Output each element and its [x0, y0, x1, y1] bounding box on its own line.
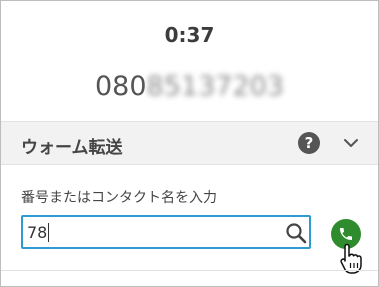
phone-icon — [340, 228, 352, 240]
caller-number: 08085137203 — [1, 71, 378, 102]
call-timer: 0:37 — [164, 23, 215, 47]
search-icon[interactable] — [285, 222, 307, 244]
warm-transfer-header[interactable]: ウォーム転送 ? — [1, 121, 378, 165]
caller-number-visible: 080 — [95, 71, 147, 102]
transfer-field-label: 番号またはコンタクト名を入力 — [21, 190, 217, 206]
text-caret — [48, 223, 49, 242]
transfer-panel: 0:37 08085137203 ウォーム転送 ? 番号またはコンタクト名を入力 — [0, 0, 379, 287]
divider — [1, 270, 378, 271]
transfer-search-box[interactable] — [21, 215, 311, 249]
question-circle-icon[interactable]: ? — [298, 132, 320, 154]
caller-number-masked: 85137203 — [146, 71, 284, 102]
transfer-search-input[interactable] — [27, 220, 277, 244]
chevron-down-icon[interactable] — [343, 136, 359, 150]
warm-transfer-title: ウォーム転送 — [21, 138, 123, 158]
